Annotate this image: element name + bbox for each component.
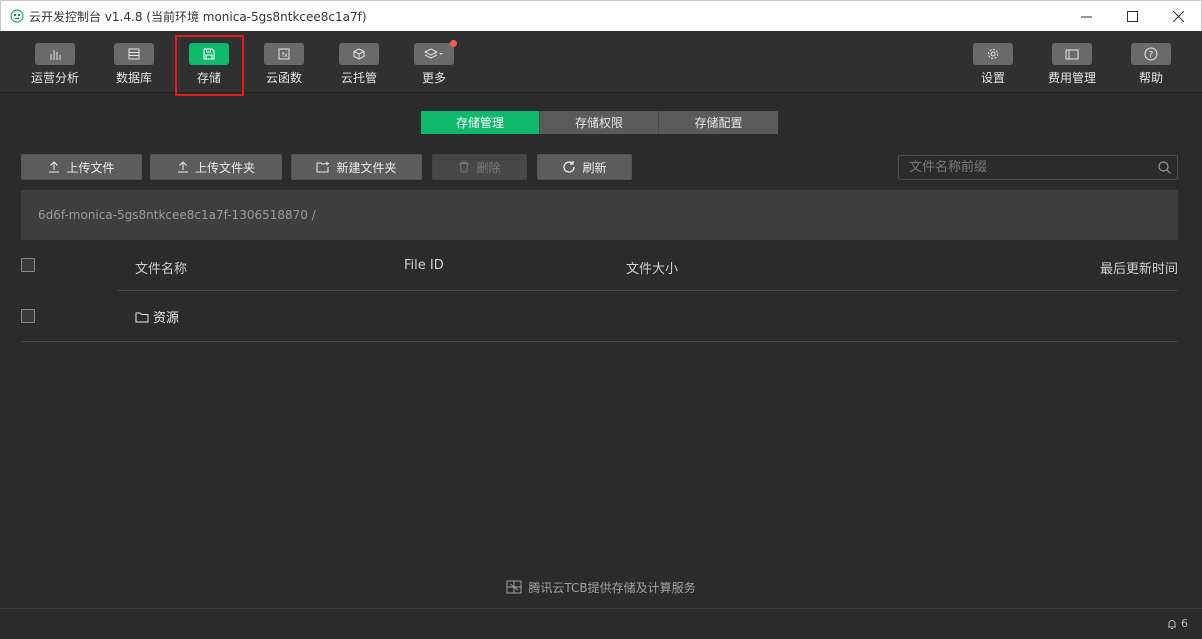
upload-file-label: 上传文件 [66, 160, 115, 175]
new-folder-icon [316, 161, 330, 173]
delete-button[interactable]: 删除 [432, 154, 527, 180]
breadcrumb-path[interactable]: 6d6f-monica-5gs8ntkcee8c1a7f-1306518870 … [38, 208, 316, 222]
new-folder-label: 新建文件夹 [336, 160, 397, 175]
tab-storage-config[interactable]: 存储配置 [659, 111, 778, 134]
svg-text:fx: fx [282, 52, 288, 59]
toolbar-label: 设置 [980, 71, 1005, 85]
function-icon: fx [278, 48, 290, 60]
refresh-icon [563, 161, 576, 173]
file-search [898, 155, 1178, 180]
trash-icon [459, 161, 469, 173]
maximize-icon [1126, 10, 1138, 22]
row-divider [21, 341, 1178, 342]
select-all-checkbox[interactable] [21, 258, 35, 272]
toolbar-billing[interactable]: 费用管理 [1037, 31, 1107, 93]
column-last-updated[interactable]: 最后更新时间 [1100, 258, 1178, 277]
tencent-cloud-logo-icon [506, 580, 522, 594]
search-icon[interactable] [1151, 161, 1177, 174]
notification-count: 6 [1181, 617, 1188, 630]
toolbar-label: 云函数 [265, 71, 302, 85]
bar-chart-icon [50, 50, 61, 60]
toolbar-settings[interactable]: 设置 [958, 31, 1028, 93]
window-title: 云开发控制台 v1.4.8 (当前环境 monica-5gs8ntkcee8c1… [29, 9, 367, 24]
app-logo-icon [9, 8, 25, 24]
wallet-icon [1065, 49, 1079, 60]
toolbar-more[interactable]: 更多 [399, 31, 469, 93]
column-file-size[interactable]: 文件大小 [626, 258, 678, 277]
main-toolbar: 运营分析 数据库 存储 fx 云函数 云托管 更多 设置 费用管理 ? 帮助 [0, 31, 1202, 93]
toolbar-help[interactable]: ? 帮助 [1116, 31, 1186, 93]
minimize-icon [1080, 16, 1092, 17]
upload-folder-label: 上传文件夹 [194, 160, 255, 175]
tab-storage-management[interactable]: 存储管理 [421, 111, 540, 134]
footer-text: 腾讯云TCB提供存储及计算服务 [528, 580, 696, 595]
notification-button[interactable]: 6 [1166, 617, 1188, 630]
close-icon [1172, 10, 1184, 22]
upload-icon [49, 161, 60, 173]
bell-icon [1168, 619, 1176, 629]
upload-file-button[interactable]: 上传文件 [21, 154, 142, 180]
folder-name[interactable]: 资源 [135, 307, 179, 326]
toolbar-label: 费用管理 [1047, 71, 1096, 85]
gear-icon [988, 49, 998, 59]
search-input[interactable] [899, 156, 1151, 179]
toolbar-label: 云托管 [340, 71, 377, 85]
footer: 腾讯云TCB提供存储及计算服务 [0, 577, 1202, 597]
minimize-button[interactable] [1063, 1, 1109, 31]
toolbar-label: 帮助 [1138, 71, 1163, 85]
toolbar-database[interactable]: 数据库 [99, 31, 169, 93]
maximize-button[interactable] [1109, 1, 1155, 31]
floppy-disk-icon [203, 48, 215, 60]
toolbar-cloud-hosting[interactable]: 云托管 [324, 31, 394, 93]
column-file-name[interactable]: 文件名称 [135, 258, 187, 277]
help-icon: ? [1144, 47, 1158, 61]
toolbar-storage[interactable]: 存储 [174, 31, 244, 93]
close-button[interactable] [1155, 1, 1201, 31]
toolbar-label: 更多 [421, 71, 446, 85]
new-folder-button[interactable]: 新建文件夹 [291, 154, 422, 180]
database-icon [128, 48, 140, 60]
storage-tabs: 存储管理 存储权限 存储配置 [421, 111, 778, 134]
upload-folder-button[interactable]: 上传文件夹 [150, 154, 282, 180]
title-bar: 云开发控制台 v1.4.8 (当前环境 monica-5gs8ntkcee8c1… [0, 0, 1202, 31]
row-checkbox[interactable] [21, 309, 35, 323]
toolbar-label: 存储 [196, 71, 221, 85]
toolbar-label: 数据库 [115, 71, 152, 85]
cube-icon [353, 48, 365, 60]
toolbar-cloud-function[interactable]: fx 云函数 [249, 31, 319, 93]
breadcrumb: 6d6f-monica-5gs8ntkcee8c1a7f-1306518870 … [21, 190, 1178, 240]
delete-label: 删除 [476, 160, 501, 175]
toolbar-label: 运营分析 [30, 71, 79, 85]
toolbar-analytics[interactable]: 运营分析 [20, 31, 90, 93]
svg-text:?: ? [1149, 51, 1154, 61]
tab-storage-permissions[interactable]: 存储权限 [540, 111, 659, 134]
refresh-button[interactable]: 刷新 [537, 154, 632, 180]
upload-icon [177, 161, 188, 173]
table-header: 文件名称 File ID 文件大小 最后更新时间 [21, 240, 1178, 291]
refresh-label: 刷新 [582, 160, 607, 175]
table-row[interactable]: 资源 [21, 291, 1178, 341]
layers-icon [424, 48, 443, 59]
status-bar: 6 [0, 608, 1202, 639]
notification-dot [450, 40, 457, 47]
folder-name-text: 资源 [153, 311, 180, 326]
folder-icon [135, 312, 149, 322]
column-file-id[interactable]: File ID [404, 258, 444, 273]
